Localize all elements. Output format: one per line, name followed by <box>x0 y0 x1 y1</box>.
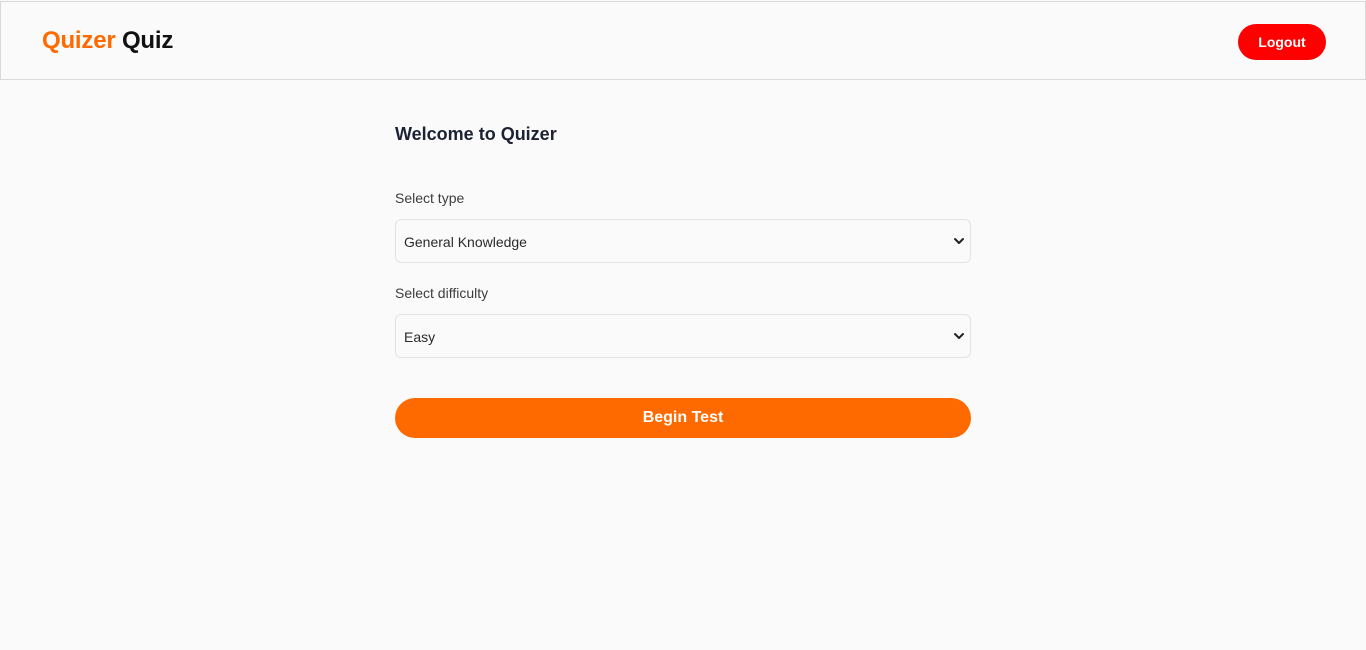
page-title: Welcome to Quizer <box>395 124 557 144</box>
type-select-value: General Knowledge <box>404 234 527 250</box>
difficulty-select[interactable]: Easy <box>395 314 971 358</box>
brand-name-accent: Quizer <box>42 27 116 54</box>
type-label: Select type <box>395 190 465 206</box>
difficulty-label: Select difficulty <box>395 285 489 301</box>
chevron-down-icon <box>954 333 964 339</box>
brand-logo[interactable]: Quizer Quiz <box>42 26 173 56</box>
brand-name-dark: Quiz <box>121 27 174 54</box>
type-select[interactable]: General Knowledge <box>395 219 971 263</box>
begin-test-button[interactable]: Begin Test <box>395 398 971 438</box>
chevron-down-icon <box>954 238 964 244</box>
difficulty-select-value: Easy <box>404 329 436 345</box>
top-navbar: Quizer Quiz Logout <box>0 1 1366 80</box>
logout-button[interactable]: Logout <box>1238 24 1326 60</box>
